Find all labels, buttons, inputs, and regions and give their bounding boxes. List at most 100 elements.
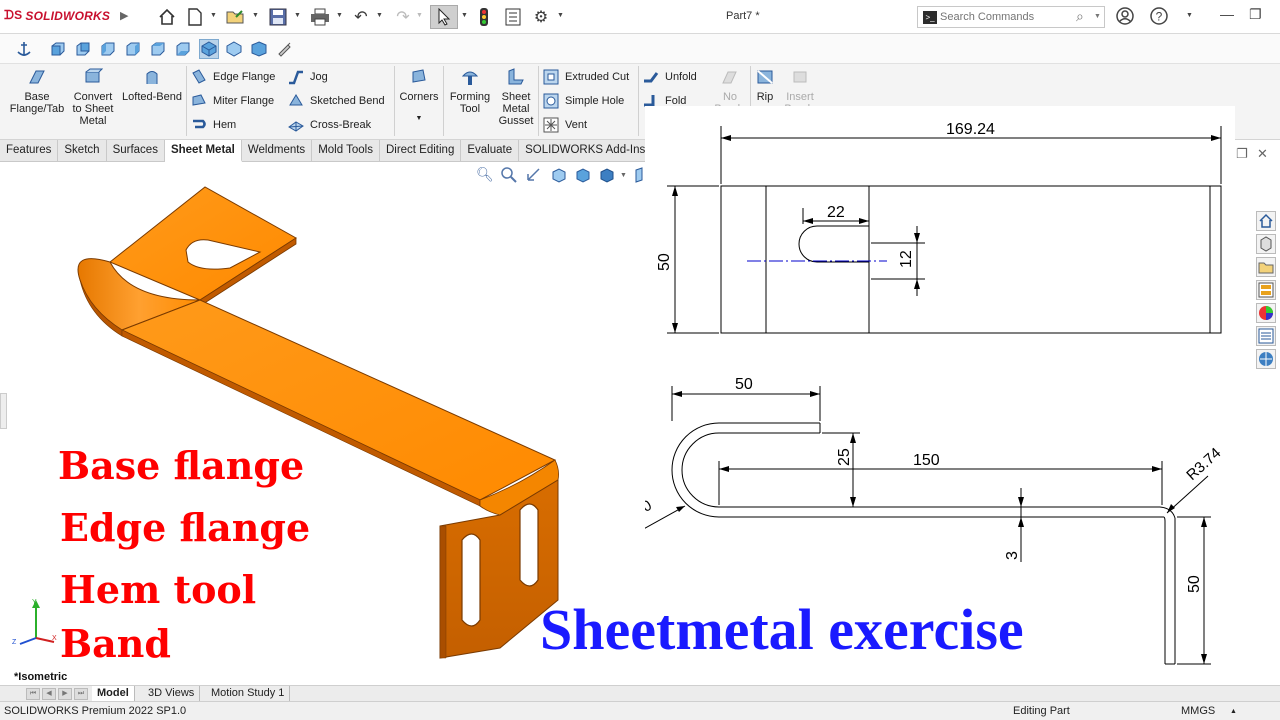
last-tab-arrow-icon[interactable]: ⏭ (74, 688, 88, 700)
normal-to-icon[interactable] (274, 39, 294, 59)
file-explorer-icon[interactable] (1256, 257, 1276, 277)
tab-mold-tools[interactable]: Mold Tools (312, 140, 380, 162)
search-icon[interactable]: ⌕ (1076, 8, 1084, 25)
unit-system[interactable]: MMGS (1181, 705, 1215, 717)
unfold-button[interactable]: Unfold (643, 69, 697, 85)
lofted-bend-button[interactable]: Lofted-Bend (120, 68, 184, 103)
tab-3d-views[interactable]: 3D Views (143, 686, 201, 702)
user-account-icon[interactable] (1115, 6, 1135, 31)
trimetric-view-icon[interactable] (224, 39, 244, 59)
tab-sheet-metal[interactable]: Sheet Metal (164, 140, 242, 162)
annotation-edge-flange: Edge flange (60, 505, 311, 550)
convert-to-sheet-metal-button[interactable]: Convert to Sheet Metal (66, 68, 120, 127)
open-icon[interactable] (224, 5, 248, 29)
minimize-icon[interactable]: — (1220, 6, 1234, 22)
solidworks-resources-icon[interactable] (1256, 211, 1276, 231)
isometric-view-icon[interactable] (199, 39, 219, 59)
appearances-scenes-icon[interactable] (1256, 303, 1276, 323)
solidworks-forum-icon[interactable] (1256, 349, 1276, 369)
select-dropdown-icon[interactable]: ▼ (461, 12, 468, 19)
back-view-icon[interactable] (73, 39, 93, 59)
viewport-close-icon[interactable]: ✕ (1257, 146, 1268, 162)
file-properties-icon[interactable] (502, 5, 524, 29)
redo-icon[interactable]: ↷ (392, 5, 414, 29)
menu-expand-icon[interactable]: ▶ (120, 9, 128, 22)
corners-button[interactable]: Corners ▼ (396, 68, 442, 125)
print-dropdown-icon[interactable]: ▼ (336, 12, 343, 19)
design-library-icon[interactable] (1256, 234, 1276, 254)
options-dropdown-icon[interactable]: ▼ (557, 12, 564, 19)
new-document-icon[interactable] (184, 5, 206, 29)
base-flange-tab-button[interactable]: Base Flange/Tab (8, 68, 66, 115)
restore-window-icon[interactable]: ❐ (1249, 6, 1262, 23)
open-dropdown-icon[interactable]: ▼ (252, 12, 259, 19)
custom-properties-icon[interactable] (1256, 326, 1276, 346)
hide-show-items-icon[interactable] (634, 166, 644, 187)
tab-features[interactable]: Features (0, 140, 59, 162)
hem-button[interactable]: Hem (191, 117, 236, 133)
headline-title: Sheetmetal exercise (540, 597, 1024, 662)
save-dropdown-icon[interactable]: ▼ (294, 12, 301, 19)
view-palette-icon[interactable] (1256, 280, 1276, 300)
search-dropdown-icon[interactable]: ▼ (1094, 13, 1101, 20)
miter-flange-button[interactable]: Miter Flange (191, 93, 274, 109)
tab-solidworks-add-ins[interactable]: SOLIDWORKS Add-Ins (519, 140, 653, 162)
forming-tool-button[interactable]: Forming Tool (446, 68, 494, 115)
tab-sketch[interactable]: Sketch (58, 140, 107, 162)
bottom-view-icon[interactable] (173, 39, 193, 59)
dimension-drawing: 169.24 50 22 12 50 25 150 3 R15.50 R3.74… (604, 121, 1224, 665)
front-view-icon[interactable] (48, 39, 68, 59)
view-toolbar-row (0, 34, 1280, 64)
search-commands-box[interactable]: >_ ⌕ ▼ (917, 6, 1105, 28)
cross-break-button[interactable]: Cross-Break (288, 117, 371, 133)
edge-flange-button[interactable]: Edge Flange (191, 69, 275, 85)
prev-tab-arrow-icon[interactable]: ◀ (42, 688, 56, 700)
jog-button[interactable]: Jog (288, 69, 328, 85)
left-view-icon[interactable] (98, 39, 118, 59)
tab-direct-editing[interactable]: Direct Editing (380, 140, 462, 162)
rip-button[interactable]: Rip (752, 68, 778, 103)
display-style-dropdown-icon[interactable]: ▼ (620, 172, 627, 179)
search-input[interactable] (940, 9, 1070, 25)
rebuild-icon[interactable] (474, 5, 494, 29)
corners-label: Corners (399, 91, 439, 103)
help-icon[interactable]: ? (1149, 6, 1169, 31)
svg-text:X: X (52, 635, 57, 642)
solidworks-logo[interactable]: ᗪS SOLIDWORKS (4, 8, 110, 23)
simple-hole-button[interactable]: Simple Hole (543, 93, 624, 109)
pin-anchor-icon[interactable] (14, 39, 34, 59)
redo-dropdown-icon[interactable]: ▼ (416, 12, 423, 19)
dim-bend-radius: R3.74 (1183, 445, 1224, 484)
feature-manager-collapse-handle[interactable] (0, 393, 7, 429)
vent-button[interactable]: Vent (543, 117, 587, 133)
display-style-icon[interactable] (598, 166, 616, 187)
dim-thickness: 3 (1004, 551, 1021, 560)
sketched-bend-button[interactable]: Sketched Bend (288, 93, 385, 109)
options-gear-icon[interactable]: ⚙ (530, 5, 552, 29)
svg-text:Z: Z (12, 639, 17, 646)
next-tab-arrow-icon[interactable]: ▶ (58, 688, 72, 700)
tab-model[interactable]: Model (92, 686, 135, 702)
tab-motion-study-1[interactable]: Motion Study 1 (206, 686, 291, 702)
help-dropdown-icon[interactable]: ▼ (1186, 6, 1193, 26)
viewport-restore-icon[interactable]: ❐ (1236, 146, 1248, 162)
undo-icon[interactable]: ↶ (350, 5, 372, 29)
unit-dropdown-icon[interactable]: ▲ (1230, 708, 1237, 715)
tab-weldments[interactable]: Weldments (242, 140, 313, 162)
save-icon[interactable] (266, 5, 290, 29)
print-icon[interactable] (308, 5, 332, 29)
tab-evaluate[interactable]: Evaluate (461, 140, 520, 162)
undo-dropdown-icon[interactable]: ▼ (376, 12, 383, 19)
sheet-metal-gusset-button[interactable]: Sheet Metal Gusset (494, 68, 538, 127)
corners-dropdown-icon[interactable]: ▼ (396, 113, 442, 125)
top-view-icon[interactable] (148, 39, 168, 59)
new-dropdown-icon[interactable]: ▼ (210, 12, 217, 19)
home-icon[interactable] (156, 5, 178, 29)
extruded-cut-button[interactable]: Extruded Cut (543, 69, 629, 85)
select-pointer-icon[interactable] (430, 5, 458, 29)
first-tab-arrow-icon[interactable]: ⏮ (26, 688, 40, 700)
tab-surfaces[interactable]: Surfaces (107, 140, 165, 162)
dimetric-view-icon[interactable] (249, 39, 269, 59)
right-view-icon[interactable] (123, 39, 143, 59)
dim-overall-length: 169.24 (946, 121, 995, 138)
